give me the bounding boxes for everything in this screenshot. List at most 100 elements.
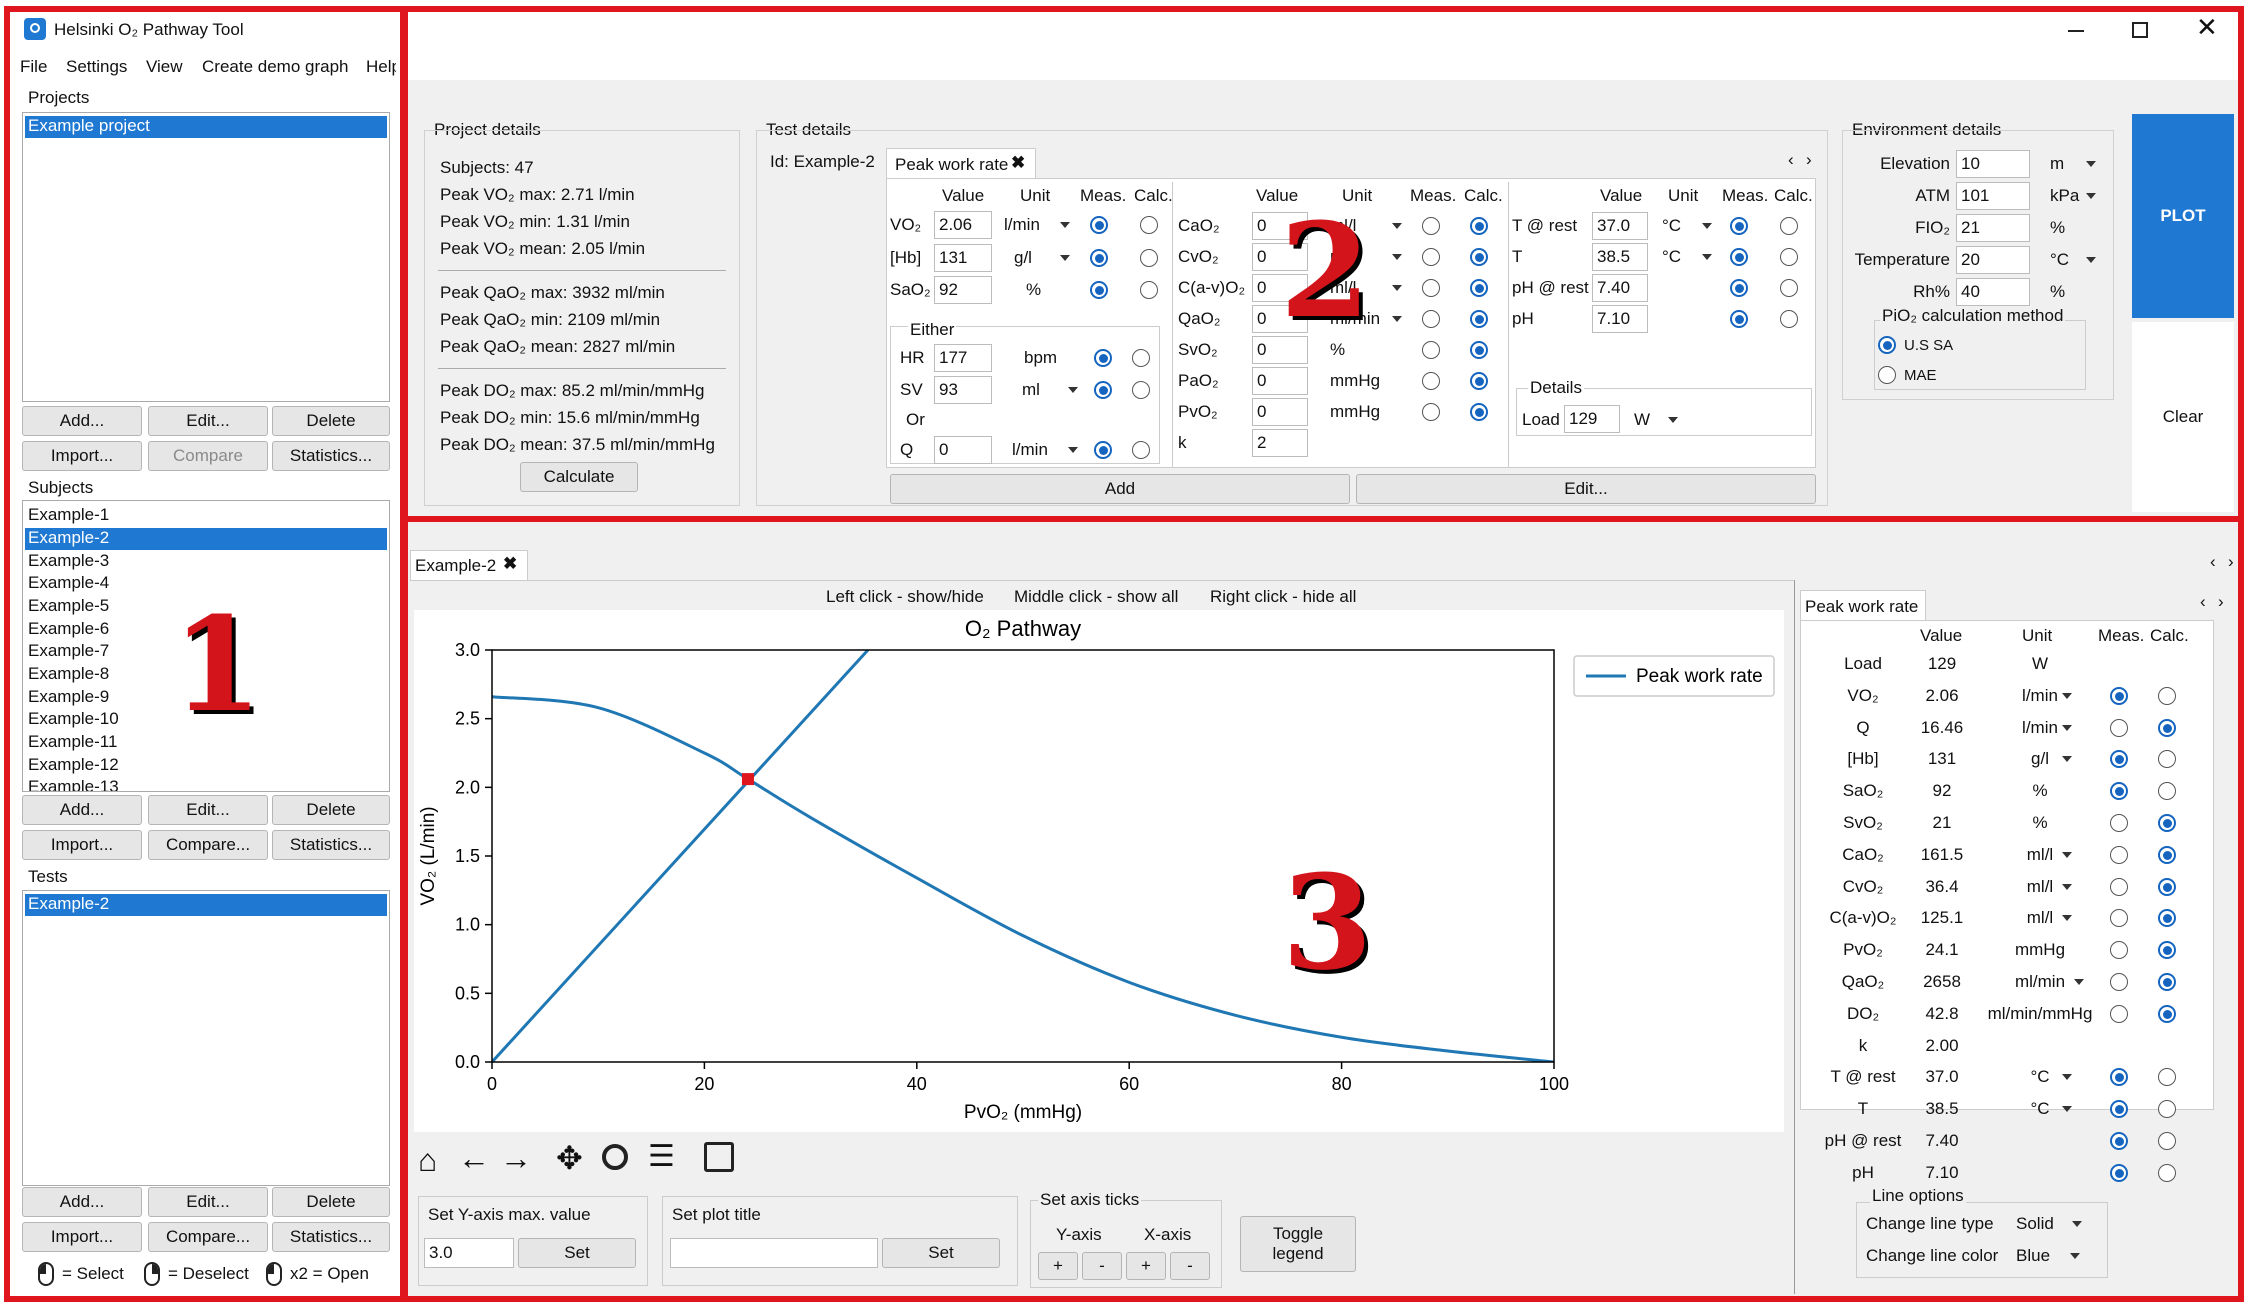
subject-edit-button[interactable]: Edit... <box>148 795 268 825</box>
test-statistics-button[interactable]: Statistics... <box>272 1222 390 1252</box>
list-item[interactable]: Example-2 <box>25 528 387 550</box>
project-import-button[interactable]: Import... <box>22 441 142 471</box>
close-icon[interactable]: ✕ <box>2196 14 2218 40</box>
projects-list[interactable]: Example project <box>22 112 390 402</box>
project-compare-button[interactable]: Compare <box>148 441 268 471</box>
test-edit-button[interactable]: Edit... <box>148 1187 268 1217</box>
calc-radio[interactable] <box>1470 403 1488 421</box>
pan-icon[interactable]: ✥ <box>556 1142 583 1174</box>
calc-radio[interactable] <box>2158 718 2176 737</box>
field-input[interactable]: 7.10 <box>1592 305 1648 333</box>
meas-radio[interactable] <box>1094 349 1112 367</box>
ymax-set-button[interactable]: Set <box>518 1238 636 1268</box>
chevron-down-icon[interactable] <box>2074 979 2084 985</box>
calc-radio[interactable] <box>1140 281 1158 299</box>
calc-radio[interactable] <box>2158 973 2176 991</box>
y-plus-button[interactable]: + <box>1038 1252 1078 1280</box>
calc-radio[interactable] <box>2158 1004 2176 1023</box>
maximize-icon[interactable] <box>2132 22 2148 38</box>
tab-prev-icon[interactable]: ‹ <box>2210 552 2216 572</box>
chevron-down-icon[interactable] <box>2086 193 2096 199</box>
calc-radio[interactable] <box>1780 217 1798 235</box>
calc-radio[interactable] <box>2158 1163 2176 1182</box>
hb-input[interactable]: 131 <box>934 244 992 272</box>
list-item[interactable]: Example-13 <box>25 777 387 791</box>
meas-radio[interactable] <box>2110 1132 2128 1150</box>
ymax-input[interactable]: 3.0 <box>424 1238 514 1268</box>
chevron-down-icon[interactable] <box>2062 756 2072 763</box>
home-icon[interactable]: ⌂ <box>418 1144 437 1176</box>
list-item[interactable]: Example-1 <box>25 505 387 527</box>
project-edit-button[interactable]: Edit... <box>148 406 268 436</box>
meas-radio[interactable] <box>1422 310 1440 328</box>
meas-radio[interactable] <box>1422 341 1440 359</box>
tab-next-icon[interactable]: › <box>1806 150 1812 170</box>
q-input[interactable]: 0 <box>934 436 992 464</box>
chevron-down-icon[interactable] <box>1060 222 1070 228</box>
meas-radio[interactable] <box>1422 248 1440 266</box>
chevron-down-icon[interactable] <box>1668 417 1678 423</box>
subject-statistics-button[interactable]: Statistics... <box>272 830 390 860</box>
toggle-legend-button[interactable]: Toggle legend <box>1240 1216 1356 1272</box>
chevron-down-icon[interactable] <box>2086 257 2096 263</box>
calc-radio[interactable] <box>1780 279 1798 297</box>
y-minus-button[interactable]: - <box>1082 1252 1122 1280</box>
env-input[interactable]: 101 <box>1956 182 2030 210</box>
test-compare-button[interactable]: Compare... <box>148 1222 268 1252</box>
list-item[interactable]: Example-12 <box>25 755 387 777</box>
chevron-down-icon[interactable] <box>1392 285 1402 291</box>
menu-help[interactable]: Help <box>366 57 396 77</box>
calc-radio[interactable] <box>2158 877 2176 896</box>
test-tab[interactable]: Peak work rate ✖ <box>886 148 1036 178</box>
list-item[interactable]: Example project <box>25 116 387 138</box>
menu-file[interactable]: File <box>20 57 47 77</box>
meas-radio[interactable] <box>1094 441 1112 459</box>
calc-radio[interactable] <box>2158 1132 2176 1150</box>
zoom-icon[interactable] <box>602 1144 628 1170</box>
field-input[interactable]: 2 <box>1252 429 1308 457</box>
meas-radio[interactable] <box>1090 216 1108 234</box>
list-item[interactable]: Example-3 <box>25 551 387 573</box>
field-input[interactable]: 0 <box>1252 398 1308 426</box>
results-tab[interactable]: Peak work rate <box>1800 590 1926 620</box>
subject-import-button[interactable]: Import... <box>22 830 142 860</box>
chevron-down-icon[interactable] <box>2062 724 2072 731</box>
chevron-down-icon[interactable] <box>1068 447 1078 453</box>
tests-list[interactable]: Example-2 <box>22 890 390 1186</box>
hr-input[interactable]: 177 <box>934 344 992 372</box>
subject-compare-button[interactable]: Compare... <box>148 830 268 860</box>
chevron-down-icon[interactable] <box>2062 851 2072 858</box>
chevron-down-icon[interactable] <box>2062 883 2072 890</box>
calc-radio[interactable] <box>2158 845 2176 864</box>
chevron-down-icon[interactable] <box>1068 387 1078 393</box>
subject-delete-button[interactable]: Delete <box>272 795 390 825</box>
meas-radio[interactable] <box>2110 877 2128 896</box>
chevron-down-icon[interactable] <box>2062 1074 2072 1081</box>
vo2-input[interactable]: 2.06 <box>934 211 992 239</box>
meas-radio[interactable] <box>1422 279 1440 297</box>
test-add-button[interactable]: Add... <box>22 1187 142 1217</box>
o2-pathway-chart[interactable]: O₂ Pathway 0 20 40 60 80 100 0.0 0.5 1.0 1.5 2.0 2.5… <box>414 610 1784 1132</box>
edit-test-button[interactable]: Edit... <box>1356 474 1816 504</box>
chevron-down-icon[interactable] <box>1702 254 1712 260</box>
chevron-down-icon[interactable] <box>1702 223 1712 229</box>
meas-radio[interactable] <box>1094 381 1112 399</box>
field-input[interactable]: 0 <box>1252 367 1308 395</box>
close-tab-icon[interactable]: ✖ <box>1011 153 1025 173</box>
title-set-button[interactable]: Set <box>882 1238 1000 1268</box>
back-arrow-icon[interactable]: ← <box>458 1142 490 1174</box>
x-plus-button[interactable]: + <box>1126 1252 1166 1280</box>
meas-radio[interactable] <box>2110 845 2128 864</box>
env-input[interactable]: 40 <box>1956 278 2030 306</box>
usa-radio[interactable] <box>1878 336 1896 354</box>
x-minus-button[interactable]: - <box>1170 1252 1210 1280</box>
meas-radio[interactable] <box>2110 686 2128 705</box>
subject-add-button[interactable]: Add... <box>22 795 142 825</box>
sv-input[interactable]: 93 <box>934 376 992 404</box>
tab-prev-icon[interactable]: ‹ <box>1788 150 1794 170</box>
env-input[interactable]: 20 <box>1956 246 2030 274</box>
env-input[interactable]: 10 <box>1956 150 2030 178</box>
menu-view[interactable]: View <box>146 57 183 77</box>
calc-radio[interactable] <box>1132 381 1150 399</box>
chevron-down-icon[interactable] <box>1392 254 1402 260</box>
